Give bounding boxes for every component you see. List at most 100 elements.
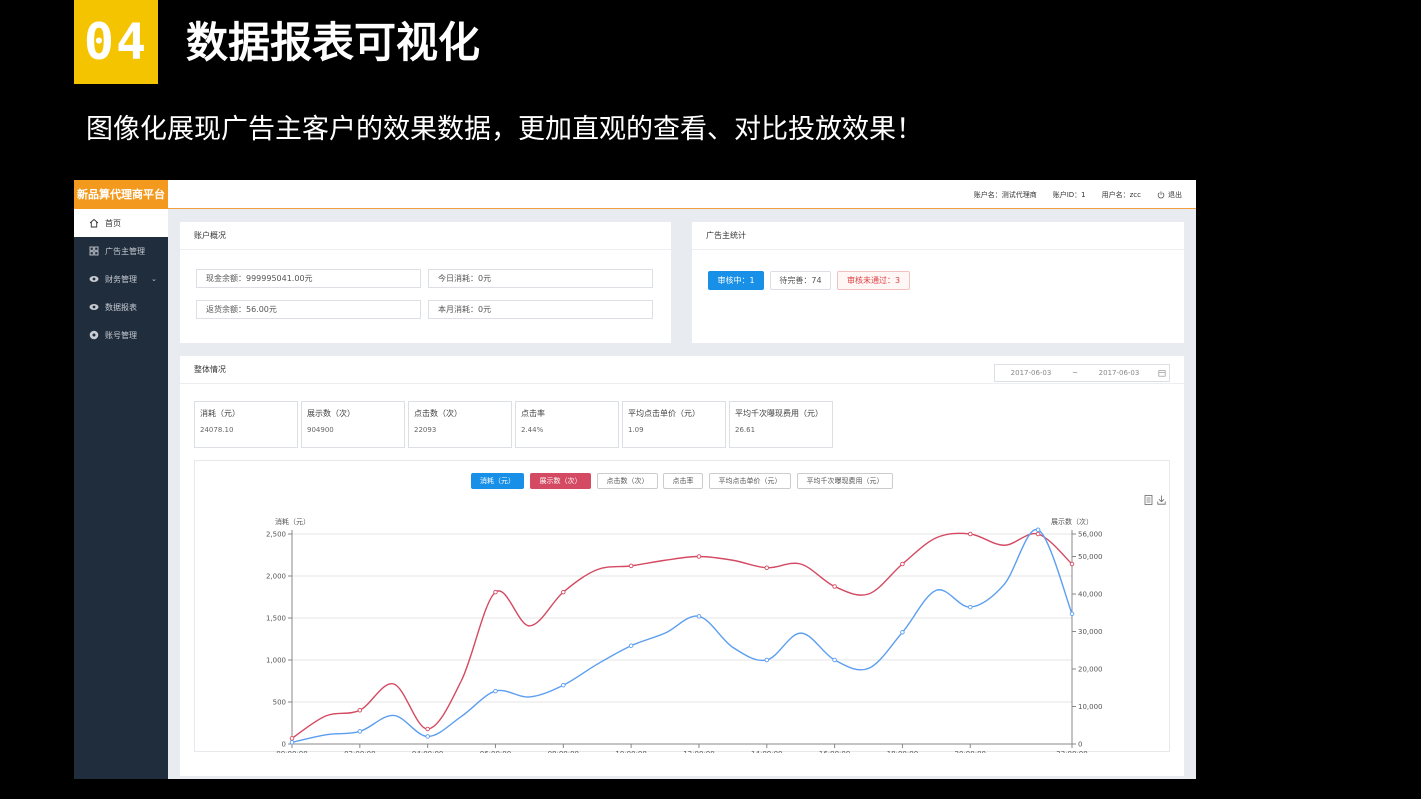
metric-avg-cpm[interactable]: 平均千次曝现费用（元） 26.61 — [729, 401, 833, 448]
sidebar-item-reports[interactable]: 数据报表 — [74, 293, 168, 321]
data-point[interactable] — [425, 734, 430, 739]
advertiser-stats-card: 广告主统计 审核中：1 待完善：74 审核未通过：3 — [692, 222, 1184, 343]
to-complete-tag[interactable]: 待完善：74 — [770, 271, 831, 290]
data-point[interactable] — [832, 657, 837, 663]
y-right-tick-label: 40,000 — [1078, 591, 1103, 599]
x-tick-label: 23:00:00 — [1056, 750, 1087, 753]
section-badge: 04 — [74, 0, 158, 84]
sidebar-item-accounts[interactable]: 账号管理 — [74, 321, 168, 349]
sidebar: 首页 广告主管理 财务管理 ⌄ 数据报表 账号管理 — [74, 209, 168, 779]
line-chart: 消耗（元） 展示数（次） 0 500 1,000 1,500 2,000 2,500 0 10… — [266, 517, 1103, 753]
data-point[interactable] — [425, 726, 430, 732]
data-point[interactable] — [764, 657, 770, 663]
data-point[interactable] — [1069, 561, 1075, 567]
data-point[interactable] — [900, 561, 905, 567]
x-tick-label: 14:00:00 — [751, 750, 782, 753]
data-point[interactable] — [561, 589, 566, 595]
metric-value: 26.61 — [735, 426, 756, 434]
summary-card: 整体情况 2017-06-03 ~ 2017-06-03 消耗（元） 24078… — [180, 356, 1184, 776]
slide: 04 数据报表可视化 图像化展现广告主客户的效果数据，更加直观的查看、对比投放效… — [0, 0, 1421, 799]
y-left-tick-label: 1,000 — [266, 657, 286, 665]
rejected-tag[interactable]: 审核未通过：3 — [837, 271, 910, 290]
y-right-tick-label: 20,000 — [1078, 666, 1103, 674]
cash-balance-field: 现金余额：999995041.00元 — [196, 269, 421, 288]
x-tick-label: 10:00:00 — [615, 750, 646, 753]
data-point[interactable] — [968, 531, 973, 537]
metric-cost[interactable]: 消耗（元） 24078.10 — [194, 401, 298, 448]
date-end: 2017-06-03 — [1098, 369, 1140, 377]
metric-label: 点击率 — [521, 409, 545, 418]
metric-label: 展示数（次） — [307, 409, 355, 418]
data-point[interactable] — [764, 565, 770, 570]
data-point[interactable] — [968, 604, 973, 610]
rebate-balance-field: 返货余额：56.00元 — [196, 300, 421, 319]
chevron-down-icon: ⌄ — [151, 275, 157, 283]
x-tick-label: 16:00:00 — [819, 750, 850, 753]
logout-button[interactable]: 退出 — [1157, 190, 1182, 200]
y-right-tick-label: 30,000 — [1078, 628, 1103, 636]
y-left-tick-label: 2,500 — [266, 531, 286, 539]
calendar-icon — [1158, 370, 1166, 377]
y-left-tick-label: 1,500 — [266, 615, 286, 623]
data-point[interactable] — [289, 740, 295, 745]
series-line-impressions — [291, 532, 1073, 739]
metric-label: 平均千次曝现费用（元） — [735, 409, 823, 418]
date-range-picker[interactable]: 2017-06-03 ~ 2017-06-03 — [994, 364, 1170, 382]
x-tick-label: 18:00:00 — [887, 750, 918, 753]
today-cost-field: 今日消耗：0元 — [428, 269, 653, 288]
data-point[interactable] — [900, 630, 905, 635]
data-point[interactable] — [1069, 611, 1075, 617]
user-info: 账户名：测试代理商 账户ID：1 用户名：zcc 退出 — [974, 180, 1182, 209]
y-axis-left-label: 消耗（元） — [275, 517, 310, 526]
grid-icon — [89, 246, 99, 256]
sidebar-item-advertisers[interactable]: 广告主管理 — [74, 237, 168, 265]
metric-ctr[interactable]: 点击率 2.44% — [515, 401, 619, 448]
data-point[interactable] — [357, 729, 363, 734]
metric-value: 22093 — [414, 426, 437, 434]
metric-value: 1.09 — [628, 426, 644, 434]
section-number: 04 — [83, 13, 149, 71]
date-start: 2017-06-03 — [1010, 369, 1052, 377]
data-point[interactable] — [832, 584, 837, 589]
sidebar-item-label: 账号管理 — [105, 330, 137, 340]
data-point[interactable] — [696, 614, 702, 619]
x-tick-label: 20:00:00 — [955, 750, 986, 753]
data-point[interactable] — [493, 589, 498, 595]
y-left-tick-label: 2,000 — [266, 573, 286, 581]
data-point[interactable] — [1035, 531, 1041, 537]
eye-icon — [89, 302, 99, 312]
gear-icon — [89, 330, 99, 340]
metric-value: 24078.10 — [200, 426, 234, 434]
power-icon — [1157, 190, 1165, 198]
data-point[interactable] — [628, 643, 634, 648]
data-point[interactable] — [628, 563, 634, 569]
metric-label: 点击数（次） — [414, 409, 462, 418]
x-tick-label: 04:00:00 — [412, 750, 443, 753]
y-axis-right-label: 展示数（次） — [1051, 517, 1093, 526]
sidebar-item-home[interactable]: 首页 — [74, 209, 168, 237]
y-left-tick-label: 500 — [273, 699, 286, 707]
card-title: 账户概况 — [180, 222, 671, 250]
data-point[interactable] — [1035, 527, 1041, 533]
sidebar-item-label: 首页 — [105, 218, 121, 228]
sidebar-item-label: 数据报表 — [105, 302, 137, 312]
data-point[interactable] — [289, 736, 295, 741]
data-point[interactable] — [561, 682, 566, 688]
metric-clicks[interactable]: 点击数（次） 22093 — [408, 401, 512, 448]
account-name: 账户名：测试代理商 — [973, 190, 1037, 199]
metric-impressions[interactable]: 展示数（次） 904900 — [301, 401, 405, 448]
metric-avg-cpc[interactable]: 平均点击单价（元） 1.09 — [622, 401, 726, 448]
reviewing-tag[interactable]: 审核中：1 — [708, 271, 764, 290]
slide-title: 数据报表可视化 — [186, 18, 481, 67]
data-point[interactable] — [357, 707, 363, 713]
home-icon — [89, 218, 99, 228]
data-point[interactable] — [493, 688, 498, 694]
y-right-tick-label: 50,000 — [1078, 553, 1103, 561]
sidebar-item-finance[interactable]: 财务管理 ⌄ — [74, 265, 168, 293]
month-cost-field: 本月消耗：0元 — [428, 300, 653, 319]
x-tick-label: 08:00:00 — [548, 750, 579, 753]
brand-logo[interactable]: 新品算代理商平台 — [74, 180, 168, 209]
metric-value: 2.44% — [521, 426, 544, 434]
data-point[interactable] — [696, 554, 702, 559]
sidebar-item-label: 财务管理 — [105, 274, 137, 284]
